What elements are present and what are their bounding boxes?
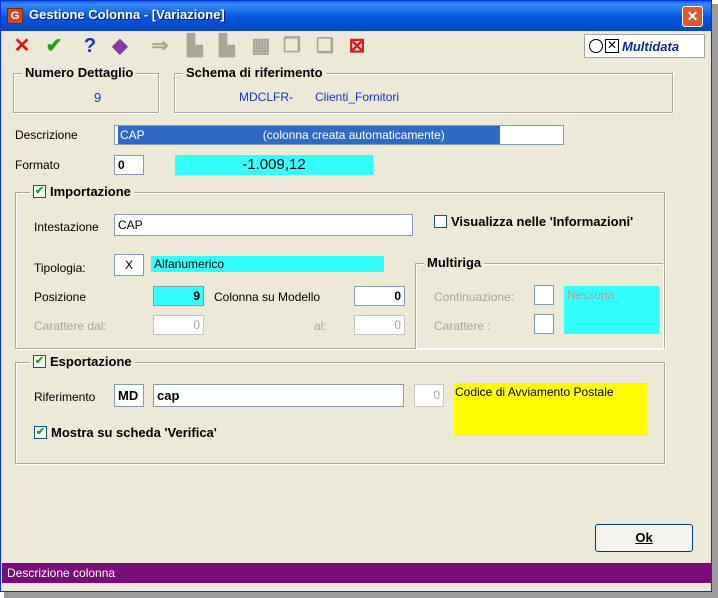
- paste-icon[interactable]: ❏: [314, 35, 336, 57]
- riferimento-code-field[interactable]: MD: [114, 384, 144, 407]
- window-shadow-bottom: [4, 592, 718, 598]
- riferimento-field[interactable]: cap: [153, 384, 404, 407]
- formato-label: Formato: [15, 158, 60, 172]
- dialog-window: G Gestione Colonna - [Variazione] ✕ ✕ ✔? ◆…: [0, 0, 712, 592]
- carattere-label: Carattere :: [434, 319, 491, 333]
- importazione-checkbox[interactable]: ✔: [33, 185, 46, 198]
- status-bar: Descrizione colonna: [2, 563, 711, 583]
- codice-description: Codice di Avviamento Postale: [454, 383, 648, 436]
- title-bar[interactable]: G Gestione Colonna - [Variazione] ✕: [1, 1, 711, 31]
- descrizione-note: (colonna creata automaticamente): [262, 128, 445, 142]
- box-x-icon: ✕: [605, 38, 619, 53]
- importazione-label: Importazione: [50, 184, 131, 199]
- colonna-modello-field[interactable]: 0: [354, 286, 405, 306]
- intestazione-label: Intestazione: [34, 220, 99, 234]
- schema-code: MDCLFR-: [239, 90, 293, 104]
- ok-label: Ok: [635, 530, 653, 545]
- colonna-modello-label: Colonna su Modello: [214, 290, 321, 304]
- visualizza-checkbox[interactable]: [434, 215, 447, 228]
- app-icon: G: [7, 8, 23, 24]
- logo-text: Multidata: [622, 39, 680, 54]
- carattere-field[interactable]: [534, 314, 554, 334]
- al-field[interactable]: 0: [354, 315, 405, 335]
- excel-disabled-icon[interactable]: ⊠: [346, 35, 368, 57]
- tipologia-label: Tipologia:: [34, 261, 86, 275]
- multiriga-label: Multiriga: [424, 255, 485, 270]
- tipologia-code-field[interactable]: X: [114, 254, 144, 276]
- descrizione-label: Descrizione: [15, 128, 78, 142]
- binoculars-next-icon[interactable]: ▙: [216, 35, 238, 57]
- ok-button[interactable]: Ok: [595, 524, 693, 552]
- binoculars-icon[interactable]: ▙: [184, 35, 206, 57]
- numero-dettaglio-value: 9: [94, 90, 102, 105]
- window-title: Gestione Colonna - [Variazione]: [29, 7, 225, 22]
- posizione-label: Posizione: [34, 290, 87, 304]
- copy-icon[interactable]: ❐: [281, 35, 303, 57]
- esportazione-legend: ✔ Esportazione: [30, 354, 135, 369]
- schema-group: Schema di riferimento MDCLFR- Clienti_Fo…: [174, 65, 673, 113]
- esportazione-checkbox[interactable]: ✔: [33, 355, 46, 368]
- circle-icon: [589, 39, 603, 53]
- formato-field[interactable]: 0: [114, 155, 144, 175]
- schema-label: Schema di riferimento: [183, 65, 326, 80]
- multiriga-value: Nessuna: [564, 286, 659, 334]
- calculator-icon[interactable]: ▦: [250, 35, 272, 57]
- confirm-icon[interactable]: ✔: [43, 35, 65, 57]
- numero-dettaglio-label: Numero Dettaglio: [22, 65, 137, 80]
- numero-dettaglio-group: Numero Dettaglio 9: [13, 65, 159, 113]
- carattere-dal-label: Carattere dal:: [34, 319, 107, 333]
- formato-preview: -1.009,12: [175, 155, 373, 175]
- continuazione-field[interactable]: [534, 285, 554, 305]
- riferimento-label: Riferimento: [34, 390, 96, 404]
- importazione-legend: ✔ Importazione: [30, 184, 134, 199]
- export-icon[interactable]: ⇒: [149, 35, 171, 57]
- intestazione-field[interactable]: CAP: [114, 214, 413, 236]
- mostra-verifica-checkbox[interactable]: ✔: [34, 426, 47, 439]
- visualizza-label: Visualizza nelle 'Informazioni': [451, 214, 634, 229]
- tag-icon[interactable]: ◆: [109, 35, 131, 57]
- esportazione-label: Esportazione: [50, 354, 132, 369]
- multidata-logo: ✕ Multidata: [584, 34, 705, 58]
- descrizione-value: CAP: [120, 128, 145, 142]
- posizione-field[interactable]: 9: [153, 286, 204, 306]
- carattere-dal-field[interactable]: 0: [153, 315, 204, 335]
- tipologia-value: Alfanumerico: [151, 256, 384, 272]
- close-button[interactable]: ✕: [682, 6, 703, 27]
- al-label: al:: [314, 319, 327, 333]
- cancel-icon[interactable]: ✕: [11, 35, 33, 57]
- riferimento-number-field[interactable]: 0: [414, 384, 444, 407]
- schema-name: Clienti_Fornitori: [315, 90, 400, 104]
- continuazione-label: Continuazione:: [434, 290, 515, 304]
- window-shadow-right: [712, 4, 718, 596]
- help-icon[interactable]: ?: [79, 35, 101, 57]
- mostra-verifica-label: Mostra su scheda 'Verifica': [51, 425, 217, 440]
- descrizione-field[interactable]: CAP (colonna creata automaticamente): [114, 125, 564, 145]
